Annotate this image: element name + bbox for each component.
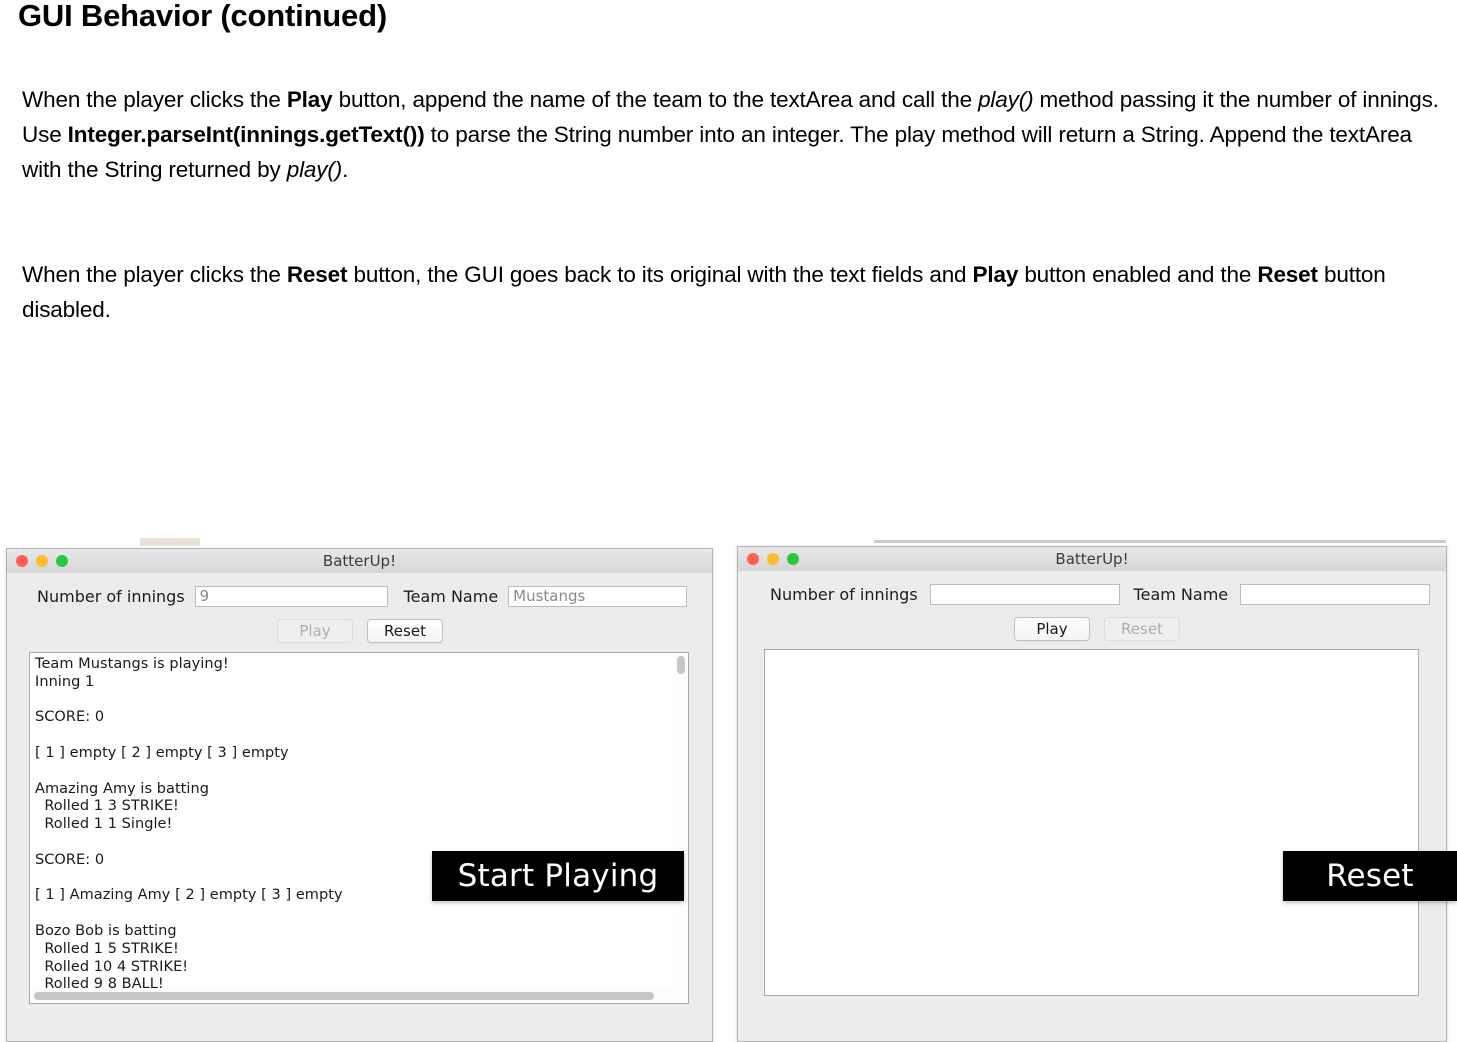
left-horizontal-scrollbar-thumb[interactable] — [34, 992, 654, 1000]
right-form-row: Number of innings Team Name — [770, 584, 1430, 605]
left-innings-input[interactable]: 9 — [194, 586, 388, 607]
right-window: BatterUp! Number of innings Team Name Pl… — [737, 546, 1447, 1042]
reset-button[interactable]: Reset — [1104, 617, 1180, 641]
left-vertical-scrollbar[interactable] — [674, 654, 687, 989]
left-window: BatterUp! Number of innings 9 Team Name … — [6, 548, 713, 1042]
play-button[interactable]: Play — [1014, 617, 1090, 641]
background-artifact-right — [874, 540, 1446, 543]
right-window-title: BatterUp! — [1055, 550, 1129, 568]
right-team-label: Team Name — [1133, 585, 1229, 604]
left-team-input[interactable]: Mustangs — [508, 586, 687, 607]
left-form-row: Number of innings 9 Team Name Mustangs — [37, 586, 687, 607]
right-button-row: Play Reset — [1014, 617, 1180, 641]
left-innings-label: Number of innings — [37, 587, 185, 606]
paragraph-play-behavior: When the player clicks the Play button, … — [22, 87, 1439, 182]
left-textarea-content[interactable]: Team Mustangs is playing! Inning 1 SCORE… — [35, 656, 343, 994]
paragraph-reset-behavior: When the player clicks the Reset button,… — [22, 262, 1386, 322]
left-textarea-scrollpane[interactable]: Team Mustangs is playing! Inning 1 SCORE… — [29, 652, 689, 1004]
left-window-titlebar[interactable]: BatterUp! — [7, 549, 712, 574]
callout-reset: Reset — [1283, 851, 1457, 901]
background-artifact-left — [140, 538, 200, 546]
reset-button[interactable]: Reset — [367, 619, 443, 643]
left-horizontal-scrollbar[interactable] — [31, 989, 687, 1002]
page-title: GUI Behavior (continued) — [18, 0, 387, 33]
left-vertical-scrollbar-thumb[interactable] — [677, 656, 685, 674]
right-team-input[interactable] — [1240, 584, 1430, 605]
right-innings-input[interactable] — [929, 584, 1120, 605]
left-window-title: BatterUp! — [322, 552, 397, 570]
left-window-content: Number of innings 9 Team Name Mustangs P… — [7, 573, 712, 1041]
play-button[interactable]: Play — [277, 619, 353, 643]
right-window-content: Number of innings Team Name Play Reset — [738, 571, 1446, 1041]
left-team-label: Team Name — [403, 587, 499, 606]
right-window-titlebar[interactable]: BatterUp! — [738, 547, 1446, 572]
left-button-row: Play Reset — [277, 619, 443, 643]
callout-start-playing: Start Playing — [432, 851, 684, 901]
right-innings-label: Number of innings — [770, 585, 918, 604]
right-textarea-scrollpane[interactable] — [764, 649, 1419, 996]
